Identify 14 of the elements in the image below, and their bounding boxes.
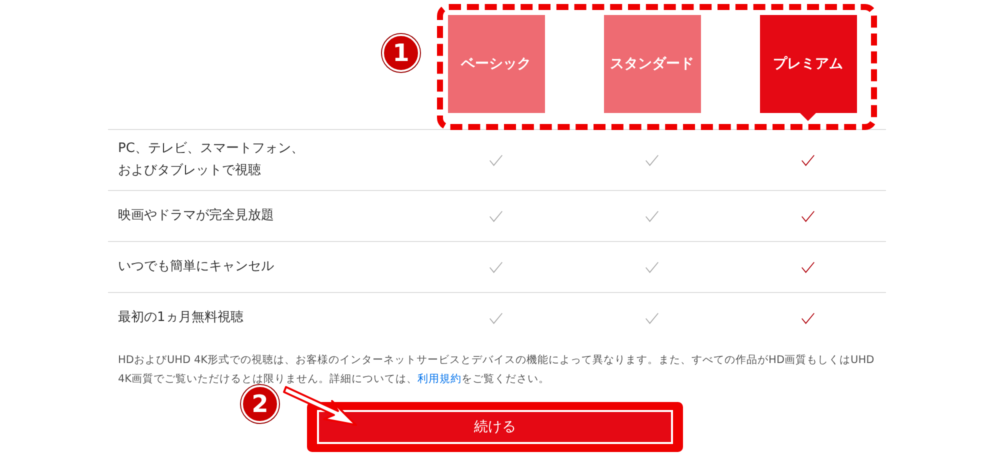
- feature-label: 映画やドラマが完全見放題: [118, 207, 274, 225]
- feature-label: いつでも簡単にキャンセル: [118, 258, 274, 276]
- number-marker: 2: [241, 385, 279, 423]
- continue-button[interactable]: 続ける: [317, 410, 673, 444]
- plan-tab[interactable]: ベーシック: [448, 15, 544, 113]
- disclaimer-text: HDおよびUHD 4K形式での視聴は、お客様のインターネットサービスとデバイスの機能によって異なります。また、すべての作品がHD画質もしくはUHD 4K画質でご覧いただけるとは限りません。詳細については、利用規約をご覧ください。: [118, 353, 876, 387]
- plan-tab[interactable]: プレミアム: [760, 15, 856, 113]
- feature-label: およびタブレットで視聴: [118, 162, 261, 180]
- feature-label: 最初の1ヵ月無料視聴: [118, 309, 244, 327]
- terms-link[interactable]: 利用規約: [418, 373, 462, 385]
- number-marker: 1: [382, 34, 420, 72]
- plan-tab[interactable]: スタンダード: [604, 15, 700, 113]
- feature-label: PC、テレビ、スマートフォン、: [118, 140, 304, 158]
- pointer-icon: [800, 113, 816, 121]
